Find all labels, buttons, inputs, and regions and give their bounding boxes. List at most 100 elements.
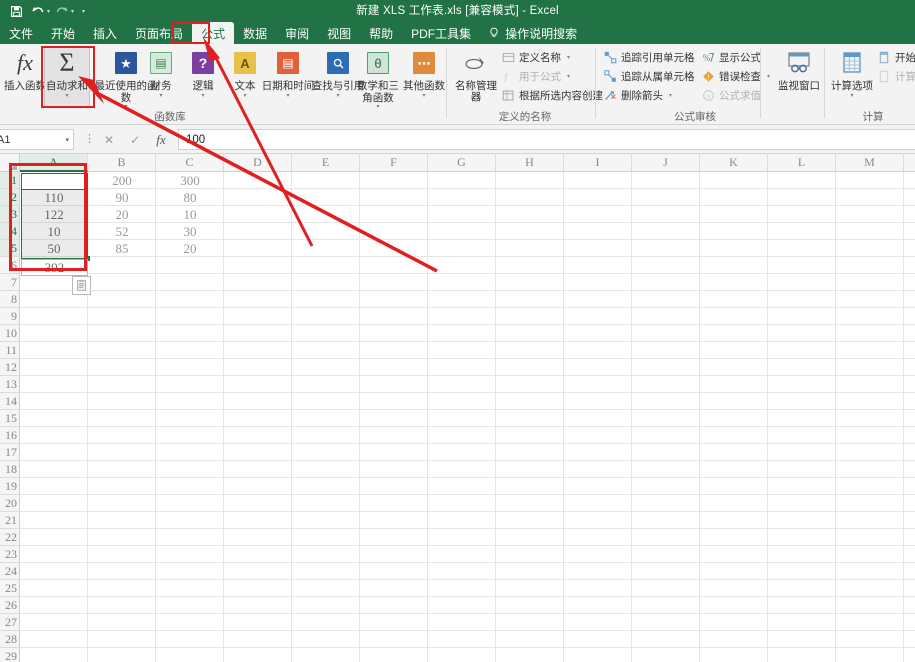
row-header-10[interactable]: 10 [0,325,20,342]
cell-B1[interactable]: 200 [89,172,155,189]
formula-bar-menu-icon[interactable]: ⋮ [84,133,95,146]
trace-dependents-item[interactable]: 追踪从属单元格 [604,69,695,84]
cell-C2[interactable]: 80 [157,189,223,206]
row-header-5[interactable]: 5 [0,240,20,257]
row-header-25[interactable]: 25 [0,580,20,597]
row-header-20[interactable]: 20 [0,495,20,512]
row-header-26[interactable]: 26 [0,597,20,614]
row-header-22[interactable]: 22 [0,529,20,546]
tab-page-layout[interactable]: 页面布局 [126,22,192,44]
create-from-selection-item[interactable]: 根据所选内容创建 [502,88,603,103]
tab-review[interactable]: 审阅 [276,22,318,44]
row-header-19[interactable]: 19 [0,478,20,495]
math-trig-dropdown-caret[interactable]: ▾ [376,104,379,110]
tab-insert[interactable]: 插入 [84,22,126,44]
cell-C1[interactable]: 300 [157,172,223,189]
row-header-16[interactable]: 16 [0,427,20,444]
financial-button[interactable]: ▤ 财务 ▾ [138,47,184,99]
date-time-dropdown-caret[interactable]: ▾ [286,93,289,99]
row-header-8[interactable]: 8 [0,291,20,308]
paste-options-icon[interactable] [72,276,91,295]
row-header-17[interactable]: 17 [0,444,20,461]
error-checking-caret[interactable]: ▾ [767,73,770,80]
row-header-1[interactable]: 1 [0,172,20,189]
column-header-G[interactable]: G [428,154,496,172]
row-header-7[interactable]: 7 [0,274,20,291]
name-manager-button[interactable]: 名称管理器 [454,47,498,103]
autosum-dropdown-caret[interactable]: ▾ [65,93,68,99]
cell-B2[interactable]: 90 [89,189,155,206]
column-header-J[interactable]: J [632,154,700,172]
row-header-29[interactable]: 29 [0,648,20,662]
grid-cells[interactable]: 10011012210502009020528530080103020 [20,172,915,662]
cell-A1[interactable]: 100 [21,172,87,189]
remove-arrows-caret[interactable]: ▾ [669,92,672,99]
logical-button[interactable]: ? 逻辑 ▾ [180,47,226,99]
tab-formulas[interactable]: 公式 [192,22,234,44]
column-header-M[interactable]: M [836,154,904,172]
cell-A2[interactable]: 110 [21,189,87,206]
select-all-corner[interactable] [0,154,20,172]
row-header-15[interactable]: 15 [0,410,20,427]
worksheet-grid[interactable]: ABCDEFGHIJKLMNOP 12345678910111213141516… [0,154,915,662]
define-name-item[interactable]: 定义名称 ▾ [502,50,570,65]
row-header-14[interactable]: 14 [0,393,20,410]
cell-A4[interactable]: 10 [21,223,87,240]
row-header-28[interactable]: 28 [0,631,20,648]
column-header-E[interactable]: E [292,154,360,172]
autosum-button[interactable]: Σ 自动求和 ▾ [44,46,90,108]
calculate-now-item[interactable]: 开始计算 [878,50,915,65]
column-header-H[interactable]: H [496,154,564,172]
more-functions-dropdown-caret[interactable]: ▾ [422,93,425,99]
tab-data[interactable]: 数据 [234,22,276,44]
row-header-9[interactable]: 9 [0,308,20,325]
column-header-N[interactable]: N [904,154,915,172]
row-header-2[interactable]: 2 [0,189,20,206]
cell-B4[interactable]: 52 [89,223,155,240]
row-header-3[interactable]: 3 [0,206,20,223]
tab-home[interactable]: 开始 [42,22,84,44]
cell-B3[interactable]: 20 [89,206,155,223]
column-header-F[interactable]: F [360,154,428,172]
column-header-K[interactable]: K [700,154,768,172]
watch-window-button[interactable]: 监视窗口 [774,47,824,93]
show-formulas-item[interactable]: % 显示公式 [702,50,761,65]
row-header-21[interactable]: 21 [0,512,20,529]
tab-help[interactable]: 帮助 [360,22,402,44]
row-header-27[interactable]: 27 [0,614,20,631]
define-name-caret[interactable]: ▾ [567,54,570,61]
cell-A5[interactable]: 50 [21,240,87,257]
row-header-12[interactable]: 12 [0,359,20,376]
cell-C3[interactable]: 10 [157,206,223,223]
confirm-icon[interactable]: ✓ [122,130,148,149]
column-header-A[interactable]: A [20,154,88,172]
cancel-icon[interactable]: ✕ [96,130,122,149]
cell-A3[interactable]: 122 [21,206,87,223]
text-dropdown-caret[interactable]: ▾ [243,93,246,99]
tell-me-search[interactable]: 操作说明搜索 [480,22,585,44]
column-header-C[interactable]: C [156,154,224,172]
row-header-24[interactable]: 24 [0,563,20,580]
row-header-6[interactable]: 6 [0,257,20,274]
cell-C5[interactable]: 20 [157,240,223,257]
tab-pdf-tools[interactable]: PDF工具集 [402,22,480,44]
formula-input[interactable]: 100 [178,129,915,150]
calculation-options-button[interactable]: 计算选项 ▾ [828,47,876,99]
lookup-ref-dropdown-caret[interactable]: ▾ [336,93,339,99]
column-header-D[interactable]: D [224,154,292,172]
calculation-options-caret[interactable]: ▾ [850,93,853,99]
column-header-B[interactable]: B [88,154,156,172]
trace-precedents-item[interactable]: 追踪引用单元格 [604,50,695,65]
chevron-down-icon[interactable]: ▾ [65,136,69,144]
column-header-L[interactable]: L [768,154,836,172]
cell-C4[interactable]: 30 [157,223,223,240]
remove-arrows-item[interactable]: 删除箭头 ▾ [604,88,672,103]
insert-function-button[interactable]: fx 插入函数 [2,47,48,93]
row-header-18[interactable]: 18 [0,461,20,478]
row-header-4[interactable]: 4 [0,223,20,240]
more-functions-button[interactable]: ⋯ 其他函数 ▾ [400,47,448,99]
tab-view[interactable]: 视图 [318,22,360,44]
math-trig-button[interactable]: θ 数学和三角函数 ▾ [352,47,404,110]
logical-dropdown-caret[interactable]: ▾ [201,93,204,99]
tab-file[interactable]: 文件 [0,22,42,44]
